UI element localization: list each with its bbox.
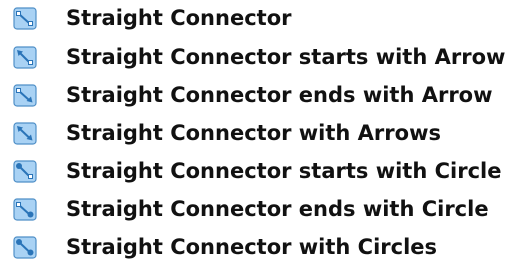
menu-item-straight-connector-starts-with-arrow[interactable]: Straight Connector starts with Arrow (0, 39, 519, 76)
menu-item-label: Straight Connector ends with Circle (66, 197, 489, 221)
menu-item-label: Straight Connector (66, 6, 292, 30)
menu-item-straight-connector-with-arrows[interactable]: Straight Connector with Arrows (0, 115, 519, 152)
menu-item-straight-connector-starts-with-circle[interactable]: Straight Connector starts with Circle (0, 153, 519, 190)
menu-item-label: Straight Connector with Arrows (66, 121, 441, 145)
straight-connector-icon (13, 7, 37, 30)
straight-connector-with-circles-icon (13, 236, 37, 259)
straight-connector-with-arrows-icon (13, 122, 37, 145)
menu-item-straight-connector-ends-with-circle[interactable]: Straight Connector ends with Circle (0, 191, 519, 228)
straight-connector-ends-with-arrow-icon (13, 84, 37, 107)
menu-item-label: Straight Connector starts with Circle (66, 159, 502, 183)
menu-item-label: Straight Connector starts with Arrow (66, 45, 506, 69)
menu-item-straight-connector[interactable]: Straight Connector (0, 0, 519, 37)
connector-menu: Straight Connector Straight Connector st… (0, 0, 519, 275)
menu-item-straight-connector-ends-with-arrow[interactable]: Straight Connector ends with Arrow (0, 77, 519, 114)
menu-item-straight-connector-with-circles[interactable]: Straight Connector with Circles (0, 229, 519, 266)
straight-connector-starts-with-circle-icon (13, 160, 37, 183)
menu-item-label: Straight Connector ends with Arrow (66, 83, 493, 107)
menu-item-label: Straight Connector with Circles (66, 235, 438, 259)
straight-connector-ends-with-circle-icon (13, 198, 37, 221)
straight-connector-starts-with-arrow-icon (13, 46, 37, 69)
